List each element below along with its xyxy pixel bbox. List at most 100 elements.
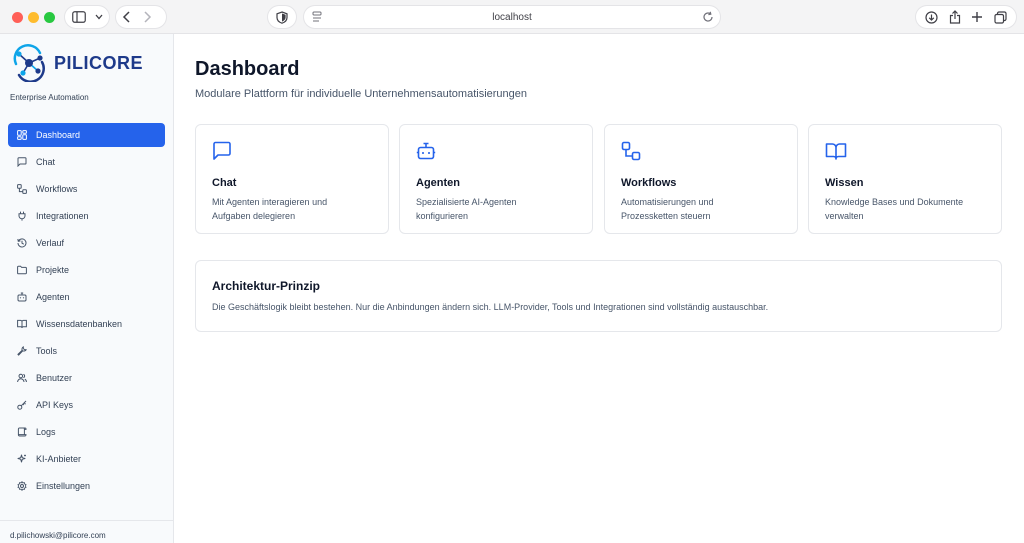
card-description: Knowledge Bases und Dokumente verwalten — [825, 195, 985, 223]
url-text: localhost — [492, 11, 532, 23]
sidebar-item-label: KI-Anbieter — [36, 454, 82, 464]
sidebar-item-ki-anbieter[interactable]: KI-Anbieter — [8, 447, 165, 471]
sidebar: PILICORE Enterprise Automation Dashboard… — [0, 34, 174, 543]
pilicore-logo-icon — [13, 44, 45, 82]
bot-icon — [17, 292, 27, 302]
key-icon — [17, 400, 27, 410]
sidebar-item-wissensdatenbanken[interactable]: Wissensdatenbanken — [8, 312, 165, 336]
message-square-icon — [213, 141, 231, 160]
principle-title: Architektur-Prinzip — [212, 279, 321, 293]
plug-icon — [18, 211, 26, 221]
message-square-icon — [17, 157, 27, 167]
card-description-line: Aufgaben delegieren — [212, 211, 296, 221]
chevron-down-icon[interactable] — [95, 14, 103, 20]
wrench-icon — [17, 346, 27, 356]
sidebar-item-projekte[interactable]: Projekte — [8, 258, 165, 282]
forward-arrow-icon[interactable] — [142, 11, 152, 23]
card-description-line: Automatisierungen und — [621, 197, 714, 207]
user-email: d.pilichowski@pilicore.com — [10, 531, 106, 540]
user-account[interactable]: d.pilichowski@pilicore.com — [0, 520, 174, 540]
page-title: Dashboard — [195, 58, 300, 80]
main-content: Dashboard Modulare Plattform für individ… — [174, 34, 1024, 543]
layout-grid-icon — [17, 130, 27, 140]
sidebar-item-workflows[interactable]: Workflows — [8, 177, 165, 201]
card-description-line: konfigurieren — [416, 211, 469, 221]
sidebar-icon — [72, 11, 86, 23]
card-description-line: Prozessketten steuern — [621, 211, 711, 221]
card-description: Mit Agenten interagieren und Aufgaben de… — [212, 195, 372, 223]
share-icon[interactable] — [949, 10, 961, 24]
sidebar-item-chat[interactable]: Chat — [8, 150, 165, 174]
app-tagline: Enterprise Automation — [10, 93, 89, 102]
history-icon — [17, 238, 27, 248]
card-description: Automatisierungen und Prozessketten steu… — [621, 195, 781, 223]
sidebar-item-label: Benutzer — [36, 373, 73, 383]
download-icon[interactable] — [925, 10, 938, 24]
sidebar-item-einstellungen[interactable]: Einstellungen — [8, 474, 165, 498]
browser-titlebar: localhost — [0, 0, 1024, 34]
card-title: Agenten — [416, 177, 460, 189]
book-open-icon — [825, 143, 847, 160]
sidebar-item-dashboard[interactable]: Dashboard — [8, 123, 165, 147]
tab-overview-icon[interactable] — [994, 10, 1007, 24]
sparkles-icon — [17, 454, 26, 463]
sidebar-item-verlauf[interactable]: Verlauf — [8, 231, 165, 255]
card-description: Spezialisierte AI-Agenten konfigurieren — [416, 195, 576, 223]
app-logo[interactable]: PILICORE — [10, 44, 143, 82]
sidebar-item-label: Agenten — [36, 292, 70, 302]
sidebar-item-label: Tools — [36, 346, 58, 356]
scroll-icon — [17, 427, 27, 437]
card-description-line: Mit Agenten interagieren und — [212, 197, 328, 207]
sidebar-item-label: API Keys — [36, 400, 74, 410]
card-workflows[interactable]: Workflows Automatisierungen und Prozessk… — [604, 124, 798, 234]
sidebar-item-api-keys[interactable]: API Keys — [8, 393, 165, 417]
card-title: Chat — [212, 177, 237, 189]
privacy-report-button[interactable] — [268, 6, 296, 28]
sidebar-toggle-button[interactable] — [65, 6, 109, 28]
sidebar-item-integrationen[interactable]: Integrationen — [8, 204, 165, 228]
sidebar-item-label: Integrationen — [36, 211, 89, 221]
back-arrow-icon[interactable] — [122, 11, 132, 23]
sidebar-item-label: Projekte — [36, 265, 70, 275]
card-description-line: Knowledge Bases und Dokumente — [825, 197, 964, 207]
page-subtitle: Modulare Plattform für individuelle Unte… — [195, 88, 528, 100]
browser-actions — [916, 6, 1016, 28]
architecture-principle-card: Architektur-Prinzip Die Geschäftslogik b… — [195, 260, 1002, 332]
card-chat[interactable]: Chat Mit Agenten interagieren und Aufgab… — [195, 124, 389, 234]
card-title: Wissen — [825, 177, 864, 189]
users-icon — [17, 373, 27, 383]
minimize-window-button[interactable] — [28, 12, 39, 23]
principle-text: Die Geschäftslogik bleibt bestehen. Nur … — [212, 302, 769, 312]
history-navigation — [116, 6, 166, 28]
sidebar-item-label: Workflows — [36, 184, 78, 194]
sidebar-item-logs[interactable]: Logs — [8, 420, 165, 444]
reload-icon[interactable] — [702, 11, 714, 23]
sidebar-item-label: Wissensdatenbanken — [36, 319, 123, 329]
workflow-icon — [621, 141, 641, 161]
bot-icon — [416, 142, 436, 160]
sidebar-item-label: Chat — [36, 157, 56, 167]
sidebar-item-label: Verlauf — [36, 238, 65, 248]
workflow-icon — [17, 184, 27, 194]
card-wissen[interactable]: Wissen Knowledge Bases und Dokumente ver… — [808, 124, 1002, 234]
sidebar-item-label: Logs — [36, 427, 56, 437]
sidebar-item-label: Einstellungen — [36, 481, 91, 491]
sidebar-menu: Dashboard Chat Workflows Integrationen V… — [8, 123, 165, 501]
book-open-icon — [17, 319, 27, 329]
shield-icon — [276, 10, 288, 24]
page-menu-icon[interactable] — [312, 11, 322, 23]
settings-icon — [17, 481, 27, 491]
address-bar[interactable]: localhost — [304, 6, 720, 28]
sidebar-item-benutzer[interactable]: Benutzer — [8, 366, 165, 390]
sidebar-item-agenten[interactable]: Agenten — [8, 285, 165, 309]
close-window-button[interactable] — [12, 12, 23, 23]
card-description-line: Spezialisierte AI-Agenten — [416, 197, 517, 207]
zoom-window-button[interactable] — [44, 12, 55, 23]
sidebar-item-tools[interactable]: Tools — [8, 339, 165, 363]
sidebar-item-label: Dashboard — [36, 130, 81, 140]
card-agenten[interactable]: Agenten Spezialisierte AI-Agenten konfig… — [399, 124, 593, 234]
new-tab-plus-icon[interactable] — [971, 11, 983, 23]
logo-text: PILICORE — [54, 52, 144, 73]
card-title: Workflows — [621, 177, 677, 189]
card-description-line: verwalten — [825, 211, 864, 221]
